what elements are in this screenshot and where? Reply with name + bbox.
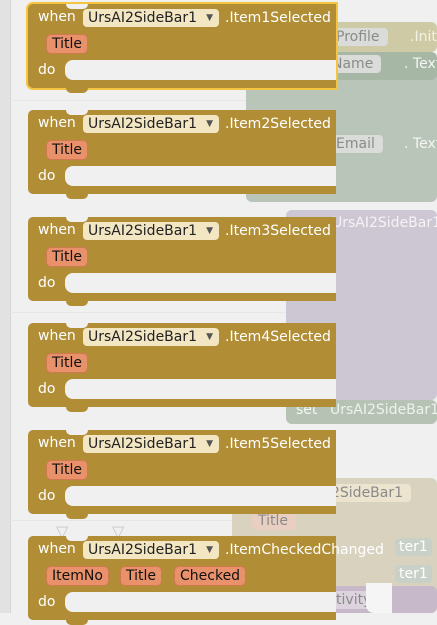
when-keyword: when bbox=[38, 435, 76, 451]
do-statement-slot[interactable] bbox=[65, 486, 336, 506]
do-keyword: do bbox=[38, 168, 56, 184]
do-statement-slot[interactable] bbox=[65, 592, 336, 612]
event-block[interactable]: when UrsAI2SideBar1 ▼ .Item4Selected do Title bbox=[28, 323, 336, 412]
component-name: UrsAI2SideBar1 bbox=[88, 436, 198, 452]
do-statement-slot[interactable] bbox=[65, 379, 336, 399]
component-name: UrsAI2SideBar1 bbox=[88, 223, 198, 239]
event-name: .Item4Selected bbox=[225, 329, 331, 345]
component-name: UrsAI2SideBar1 bbox=[88, 116, 198, 132]
component-dropdown[interactable]: UrsAI2SideBar1 ▼ bbox=[83, 222, 220, 240]
do-statement-slot[interactable] bbox=[65, 273, 336, 293]
dropdown-arrow-icon: ▼ bbox=[206, 545, 214, 555]
when-keyword: when bbox=[38, 541, 76, 557]
do-keyword: do bbox=[38, 488, 56, 504]
component-dropdown[interactable]: UrsAI2SideBar1 ▼ bbox=[83, 328, 220, 346]
component-name: UrsAI2SideBar1 bbox=[88, 542, 198, 558]
component-name: UrsAI2SideBar1 bbox=[88, 329, 198, 345]
event-name: .Item1Selected bbox=[225, 10, 331, 26]
component-dropdown[interactable]: UrsAI2SideBar1 ▼ bbox=[83, 541, 220, 559]
when-keyword: when bbox=[38, 328, 76, 344]
when-keyword: when bbox=[38, 115, 76, 131]
event-parameter[interactable]: Title bbox=[46, 34, 89, 54]
dropdown-arrow-icon: ▼ bbox=[206, 226, 214, 236]
dropdown-arrow-icon: ▼ bbox=[206, 119, 214, 129]
event-name: .Item3Selected bbox=[225, 223, 331, 239]
event-parameter[interactable]: Title bbox=[46, 140, 89, 160]
event-parameter[interactable]: Title bbox=[46, 247, 89, 267]
event-block[interactable]: when UrsAI2SideBar1 ▼ .Item1Selected do Title bbox=[28, 4, 336, 93]
scroll-corner bbox=[366, 583, 392, 613]
event-name: .Item5Selected bbox=[225, 436, 331, 452]
event-parameter[interactable]: ItemNo bbox=[46, 566, 109, 586]
event-block[interactable]: when UrsAI2SideBar1 ▼ .Item2Selected do Title bbox=[28, 110, 336, 199]
event-block[interactable]: when UrsAI2SideBar1 ▼ .ItemCheckedChanged do… bbox=[28, 536, 384, 625]
do-keyword: do bbox=[38, 594, 56, 610]
do-statement-slot[interactable] bbox=[65, 166, 336, 186]
event-block[interactable]: when UrsAI2SideBar1 ▼ .Item5Selected do Title bbox=[28, 430, 336, 519]
bg-email-field: Email bbox=[330, 135, 383, 153]
event-block[interactable]: when UrsAI2SideBar1 ▼ .Item3Selected do Title bbox=[28, 217, 336, 306]
event-parameter[interactable]: Title bbox=[120, 566, 163, 586]
do-keyword: do bbox=[38, 62, 56, 78]
dropdown-arrow-icon: ▼ bbox=[206, 332, 214, 342]
event-parameter[interactable]: Checked bbox=[174, 566, 247, 586]
event-parameter[interactable]: Title bbox=[46, 353, 89, 373]
event-name: .ItemCheckedChanged bbox=[225, 542, 384, 558]
component-dropdown[interactable]: UrsAI2SideBar1 ▼ bbox=[83, 435, 220, 453]
when-keyword: when bbox=[38, 222, 76, 238]
component-name: UrsAI2SideBar1 bbox=[88, 10, 198, 26]
dropdown-arrow-icon: ▼ bbox=[206, 13, 214, 23]
do-keyword: do bbox=[38, 381, 56, 397]
dropdown-arrow-icon: ▼ bbox=[206, 439, 214, 449]
when-keyword: when bbox=[38, 9, 76, 25]
event-name: .Item2Selected bbox=[225, 116, 331, 132]
do-keyword: do bbox=[38, 275, 56, 291]
do-statement-slot[interactable] bbox=[65, 60, 336, 80]
workspace-left-strip bbox=[0, 0, 11, 613]
bg-profile-field: Profile bbox=[330, 28, 388, 46]
component-dropdown[interactable]: UrsAI2SideBar1 ▼ bbox=[83, 9, 220, 27]
event-parameter[interactable]: Title bbox=[46, 460, 89, 480]
component-dropdown[interactable]: UrsAI2SideBar1 ▼ bbox=[83, 115, 220, 133]
